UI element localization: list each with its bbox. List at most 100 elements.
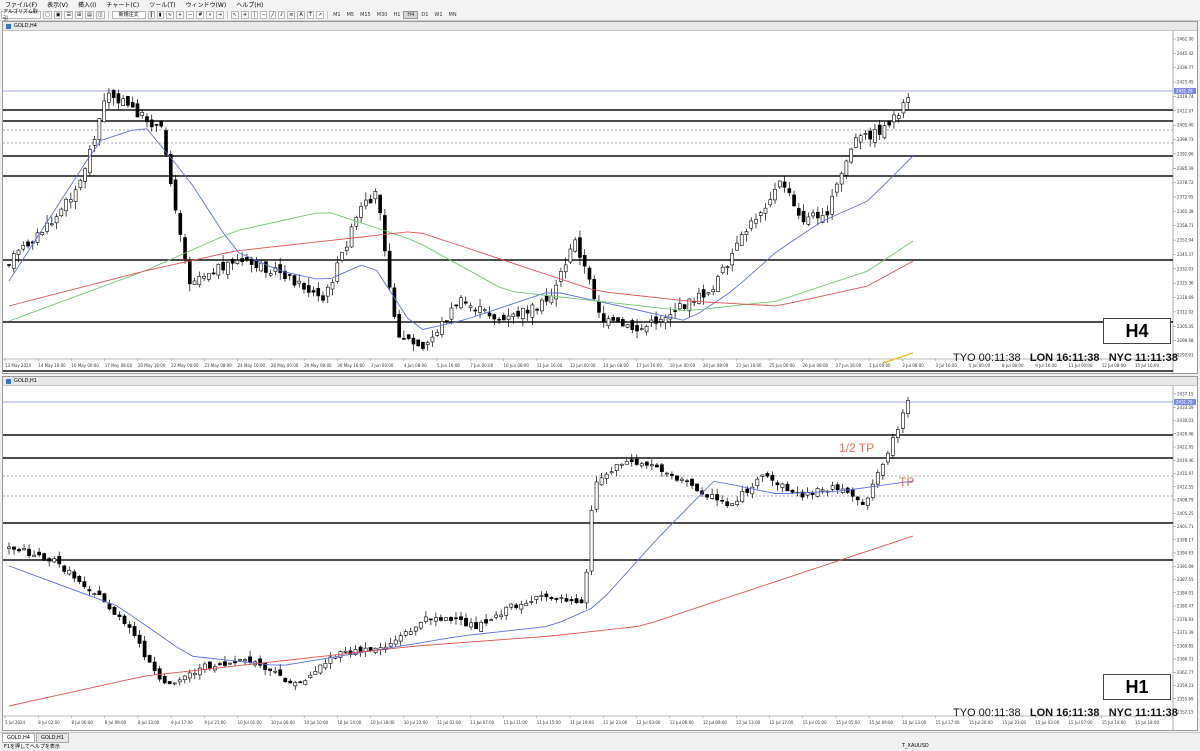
navigator-icon[interactable]: ⊞ [74,10,84,19]
candle-body [885,452,890,463]
timeframe-m30[interactable]: M30 [374,12,391,18]
price-tick-label: 2391.09 [1177,564,1194,569]
profile-icon[interactable]: ▣ [53,10,63,19]
horizontal-line-icon[interactable]: ─ [260,10,268,19]
text-icon[interactable]: A [297,10,305,19]
candle-body [268,273,273,276]
candle-body [343,651,348,653]
candle-body [620,319,625,327]
market-watch-icon[interactable]: ☰ [64,10,73,19]
trendline [882,352,914,364]
candle-body [578,237,582,258]
date-tick-label: 15 Jul 17:00 [936,720,960,725]
candle-body [154,124,159,126]
candle-body [459,297,463,309]
price-tick-label: 2398.73 [1177,137,1194,142]
price-tick-label: 2422.95 [1177,445,1194,450]
toolbar: アルゴリズム取引 ▢ ▣ ☰ ⊞ ▤ ◫ 新規注文 ┃ ▮ ∿ + − # » … [0,9,1200,22]
timeframe-m15[interactable]: M15 [357,12,374,18]
candle-chart-icon[interactable]: ▮ [156,10,164,19]
candle-body [233,661,237,664]
timeframe-w1[interactable]: W1 [431,12,445,18]
candle-body [373,191,378,200]
crosshair-icon[interactable]: ✛ [240,10,250,19]
candle-body [216,264,221,276]
candle-body [549,295,554,304]
timeframe-m5[interactable]: M5 [344,12,358,18]
autoscroll-icon[interactable]: » [206,10,214,19]
bar-chart-icon[interactable]: ┃ [147,10,155,19]
label-icon[interactable]: T [306,10,314,19]
menu-chart[interactable]: チャート(C) [101,0,144,9]
new-chart-icon[interactable]: ▢ [43,10,52,19]
zoom-in-icon[interactable]: + [175,10,185,19]
chart-window-h1[interactable]: GOLD,H1 2437.15 2433.29 2430.03 2426.46 2422… [2,376,1198,731]
candle-body [860,501,865,505]
candle-body [387,250,392,288]
candle-body [619,463,624,466]
timeframe-mn[interactable]: MN [446,12,460,18]
date-tick-label: 15 Jul 09:00 [869,720,893,725]
candle-body [534,596,539,600]
candle-body [398,635,403,642]
clock-tyo: TYO 00:11:38 [953,707,1021,719]
vertical-line-icon[interactable]: │ [251,10,259,19]
candle-body [97,590,102,596]
candle-body [152,661,157,672]
algo-trading-button[interactable]: アルゴリズム取引 [1,9,41,22]
menu-help[interactable]: ヘルプ(H) [231,0,268,9]
candle-body [760,474,765,477]
candle-body [145,116,149,123]
channel-icon[interactable]: ⫽ [278,10,286,19]
candlestick-chart-h4[interactable]: 2462.00 2445.42 2436.77 2425.45 2419.74 2412.… [3,31,1198,374]
candle-body [810,492,815,495]
price-tick-label: 2380.47 [1177,604,1194,609]
date-tick-label: 15 Jul 18:00 [1135,720,1159,725]
timeframe-d1[interactable]: D1 [418,12,431,18]
grid-icon[interactable]: # [196,10,205,19]
date-tick-label: 19 Jun 00:00 [670,363,696,368]
date-tick-label: 5 Jun 16:00 [437,363,460,368]
candle-body [705,494,709,498]
candlestick-chart-h1[interactable]: 2437.15 2433.29 2430.03 2426.46 2422.95 2419.… [3,386,1198,731]
candle-body [690,478,694,486]
date-tick-label: 30 May 16:00 [337,363,365,368]
candle-body [359,206,363,218]
timeframe-h4[interactable]: H4 [403,10,419,19]
candle-body [182,675,187,681]
chart-window-h4[interactable]: GOLD,H4 2462.00 2445.42 2436.77 2425.45 2419… [2,21,1198,374]
tester-icon[interactable]: ◫ [95,10,105,19]
date-tick-label: 9 Jul 17:00 [171,720,193,725]
candle-body [830,485,835,490]
candle-body [77,576,82,582]
arrow-icon[interactable]: ↗ [315,10,325,19]
line-chart-icon[interactable]: ∿ [165,10,174,19]
date-tick-label: 11 Jun 16:00 [537,363,563,368]
candle-body [177,679,182,683]
cursor-icon[interactable]: ↖ [230,10,239,19]
trendline-icon[interactable]: ╱ [269,10,277,19]
date-tick-label: 11 Jul 15:00 [537,720,561,725]
menu-insert[interactable]: 挿入(I) [73,0,101,9]
tab-gold-h1[interactable]: GOLD,H1 [35,733,69,743]
chart-shift-icon[interactable]: ⇥ [215,10,224,19]
date-tick-label: 8 Jul 13:00 [138,720,160,725]
fibonacci-icon[interactable]: ≡ [287,10,296,19]
menu-view[interactable]: 表示(V) [42,0,73,9]
candle-body [744,231,749,236]
candle-body [806,216,811,225]
zoom-out-icon[interactable]: − [186,10,195,19]
timeframe-h1[interactable]: H1 [390,12,403,18]
candle-body [137,634,142,644]
candle-body [435,332,440,336]
candle-body [877,124,882,135]
candle-body [126,95,130,106]
tab-gold-h4[interactable]: GOLD,H4 [2,733,35,743]
menu-window[interactable]: ウィンドウ(W) [181,0,232,9]
candle-body [773,188,777,201]
clock-lon: LON 16:11:38 [1029,352,1100,364]
timeframe-m1[interactable]: M1 [330,12,344,18]
menu-tools[interactable]: ツール(T) [144,0,180,9]
terminal-icon[interactable]: ▤ [85,10,94,19]
new-order-button[interactable]: 新規注文 [111,10,146,19]
